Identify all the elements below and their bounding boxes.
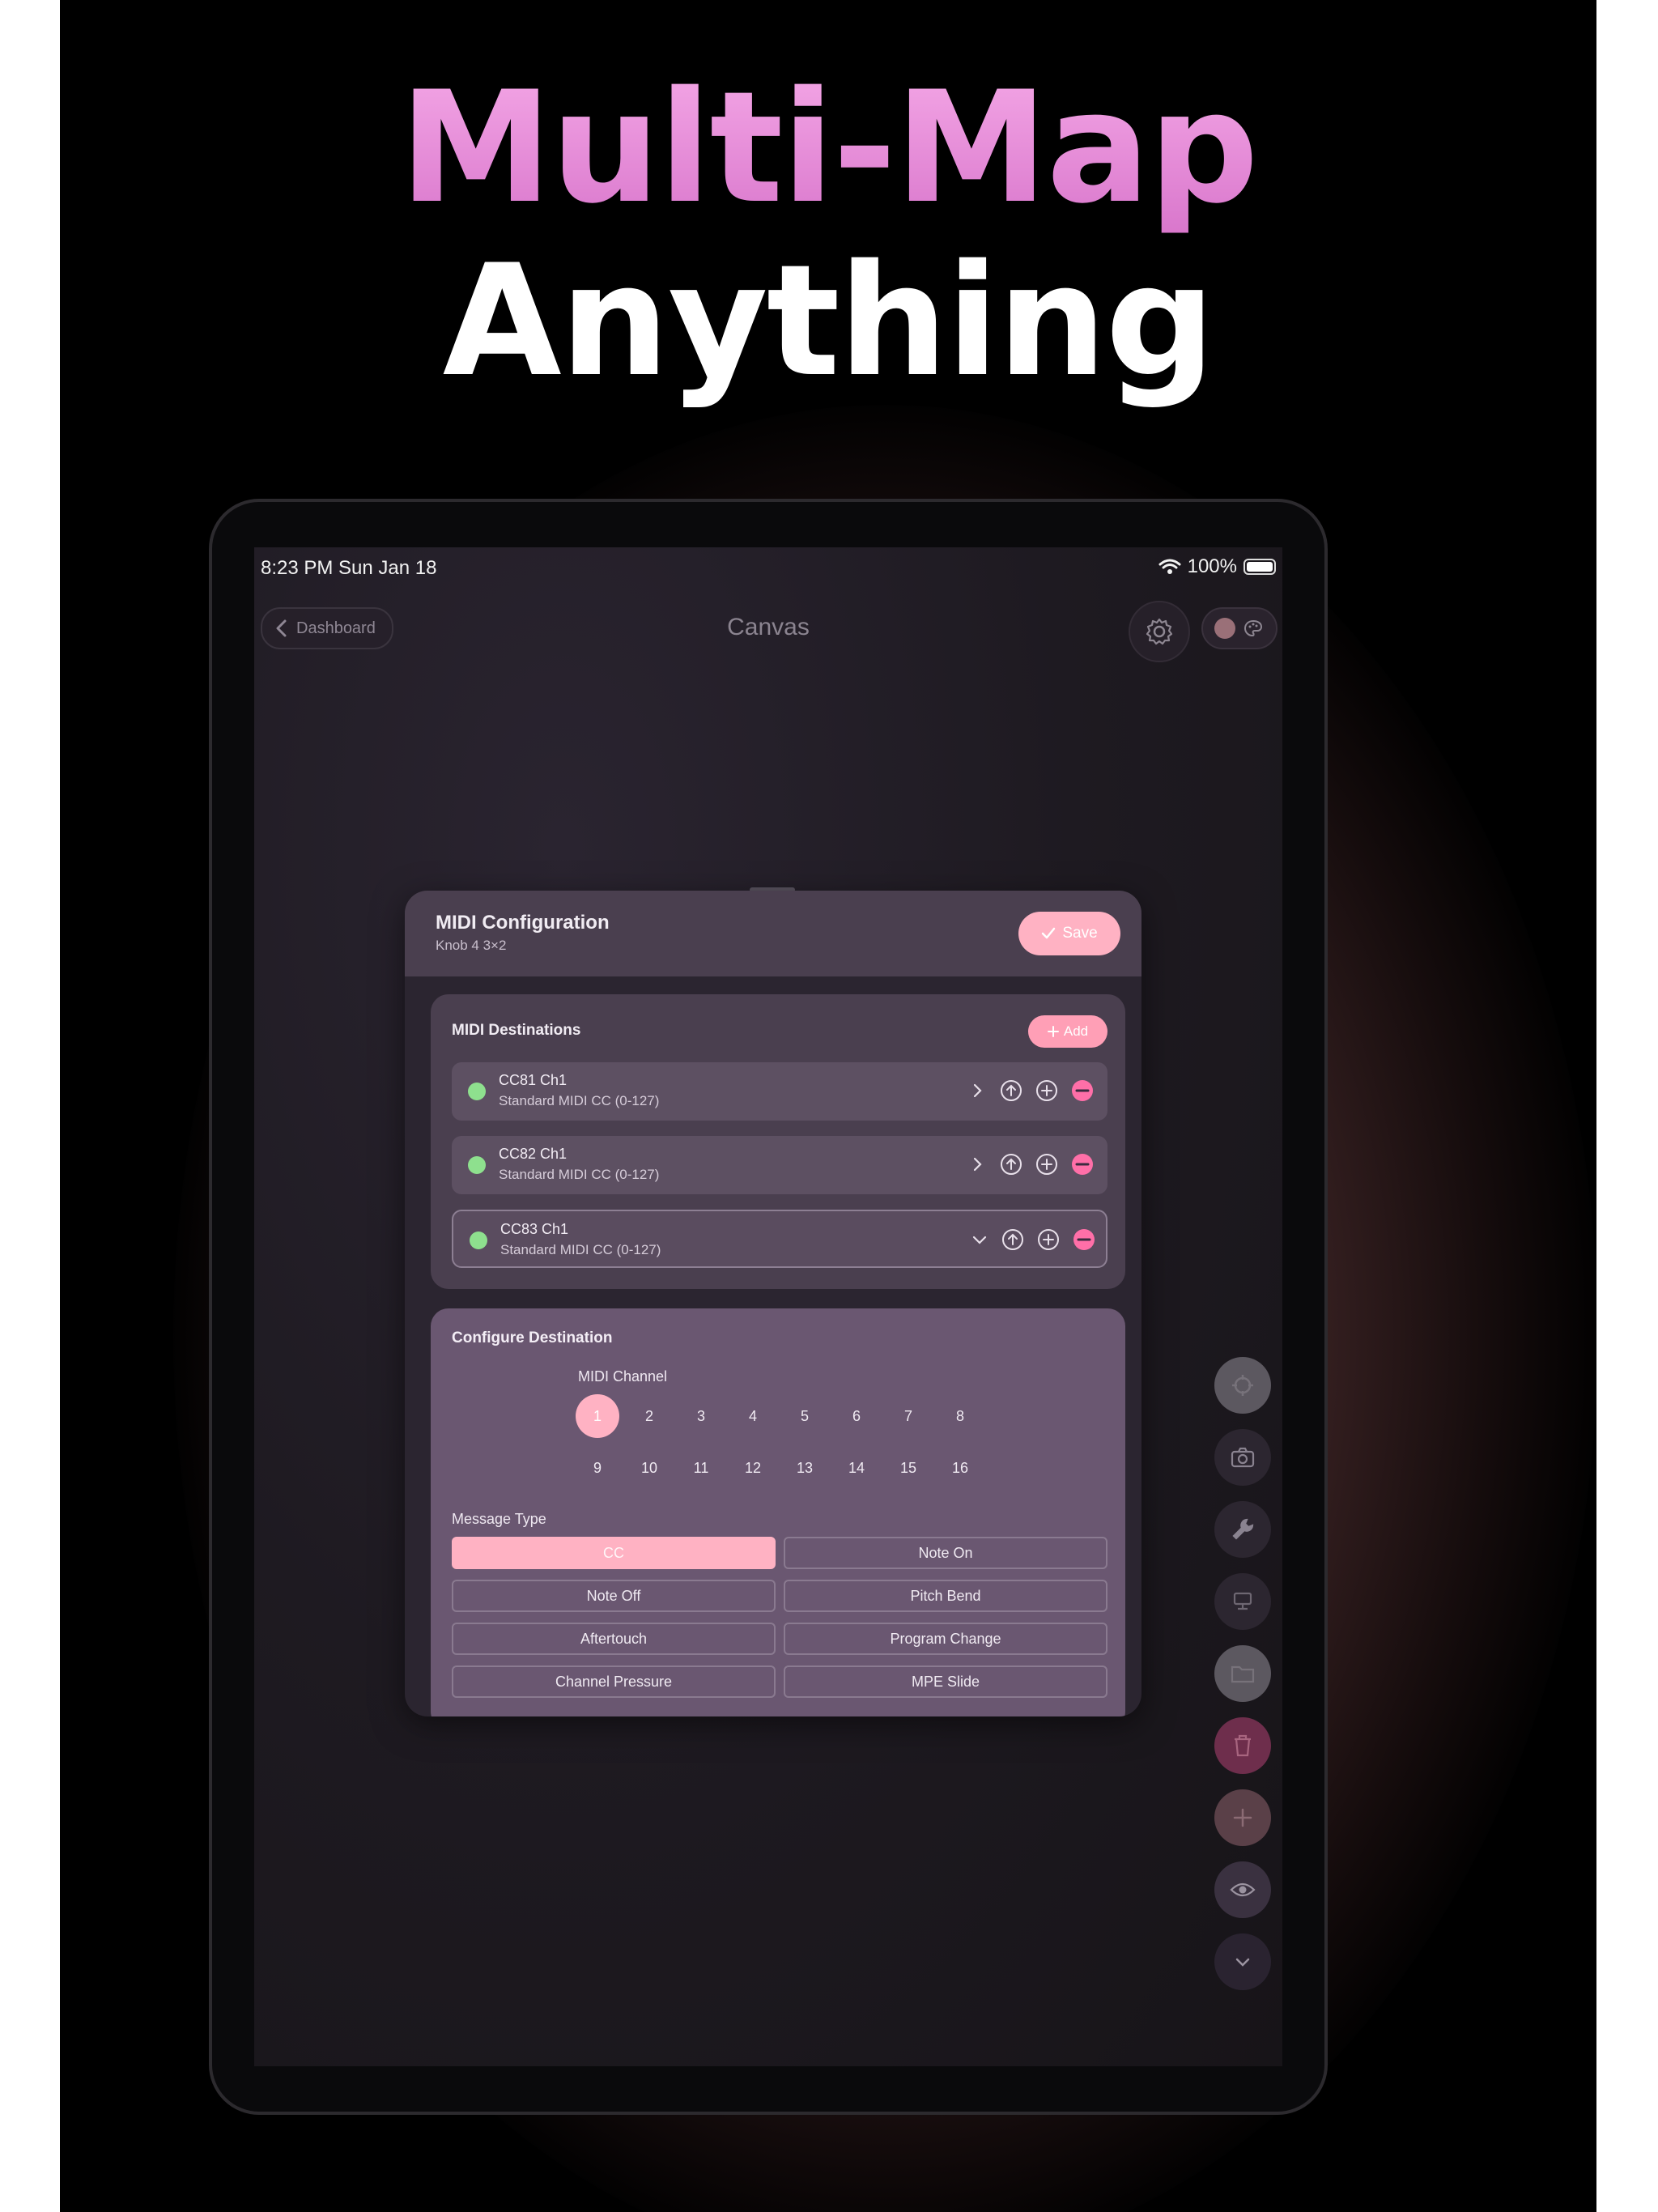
message-type-button[interactable]: Program Change bbox=[784, 1623, 1107, 1655]
chevron-right-icon[interactable] bbox=[967, 1078, 989, 1103]
tools-button[interactable] bbox=[1214, 1501, 1271, 1558]
theme-color-dot bbox=[1214, 618, 1235, 639]
target-icon bbox=[1232, 1375, 1253, 1396]
monitor-icon bbox=[1233, 1592, 1252, 1610]
sheet-header: MIDI Configuration Knob 4 3×2 Save bbox=[405, 891, 1141, 976]
palette-icon bbox=[1244, 619, 1263, 637]
channel-button[interactable]: 5 bbox=[783, 1394, 827, 1438]
message-type-button[interactable]: Channel Pressure bbox=[452, 1665, 776, 1698]
move-up-icon[interactable] bbox=[999, 1078, 1023, 1103]
plus-icon bbox=[1233, 1808, 1252, 1827]
duplicate-plus-icon[interactable] bbox=[1035, 1152, 1059, 1176]
channel-button[interactable]: 15 bbox=[886, 1446, 930, 1490]
destination-row[interactable]: CC81 Ch1 Standard MIDI CC (0-127) bbox=[452, 1062, 1107, 1121]
message-type-button[interactable]: MPE Slide bbox=[784, 1665, 1107, 1698]
status-right: 100% bbox=[1158, 555, 1276, 578]
monitor-button[interactable] bbox=[1214, 1573, 1271, 1630]
sheet-subtitle: Knob 4 3×2 bbox=[436, 938, 507, 953]
battery-percent: 100% bbox=[1187, 555, 1237, 577]
destination-row-selected[interactable]: CC83 Ch1 Standard MIDI CC (0-127) bbox=[452, 1210, 1107, 1268]
add-destination-button[interactable]: Add bbox=[1028, 1015, 1107, 1048]
message-type-button[interactable]: Note On bbox=[784, 1537, 1107, 1569]
destination-type: Standard MIDI CC (0-127) bbox=[500, 1242, 661, 1257]
preview-button[interactable] bbox=[1214, 1861, 1271, 1918]
chevron-right-icon[interactable] bbox=[967, 1152, 989, 1176]
midi-channel-label: MIDI Channel bbox=[578, 1368, 668, 1385]
message-type-button[interactable]: Aftertouch bbox=[452, 1623, 776, 1655]
message-type-button[interactable]: CC bbox=[452, 1537, 776, 1569]
target-button[interactable] bbox=[1214, 1357, 1271, 1414]
status-dot bbox=[468, 1083, 486, 1100]
theme-toggle[interactable] bbox=[1201, 607, 1278, 649]
destination-name: CC81 Ch1 bbox=[499, 1072, 568, 1088]
channel-button[interactable]: 11 bbox=[679, 1446, 723, 1490]
channel-button[interactable]: 1 bbox=[576, 1394, 619, 1438]
trash-icon bbox=[1235, 1734, 1251, 1757]
headline-line-2: Anything bbox=[442, 232, 1216, 410]
destination-type: Standard MIDI CC (0-127) bbox=[499, 1167, 660, 1182]
chevron-down-icon bbox=[1235, 1958, 1250, 1967]
chevron-down-icon[interactable] bbox=[968, 1227, 991, 1252]
remove-icon[interactable] bbox=[1070, 1152, 1095, 1176]
channel-button[interactable]: 13 bbox=[783, 1446, 827, 1490]
add-button[interactable] bbox=[1214, 1789, 1271, 1846]
destination-type: Standard MIDI CC (0-127) bbox=[499, 1093, 660, 1108]
destination-row[interactable]: CC82 Ch1 Standard MIDI CC (0-127) bbox=[452, 1136, 1107, 1194]
folder-button[interactable] bbox=[1214, 1645, 1271, 1702]
gear-icon bbox=[1146, 618, 1173, 645]
midi-destinations-card: MIDI Destinations Add CC81 Ch1 Standard … bbox=[431, 994, 1125, 1289]
configure-title: Configure Destination bbox=[452, 1329, 613, 1346]
folder-icon bbox=[1231, 1665, 1255, 1683]
save-button-label: Save bbox=[1062, 925, 1098, 942]
channel-button[interactable]: 8 bbox=[938, 1394, 982, 1438]
checkmark-icon bbox=[1042, 927, 1056, 939]
channel-button[interactable]: 14 bbox=[835, 1446, 878, 1490]
channel-button[interactable]: 3 bbox=[679, 1394, 723, 1438]
tablet-screen: 8:23 PM Sun Jan 18 100% Dashboard Canvas bbox=[254, 547, 1282, 2066]
eye-icon bbox=[1230, 1882, 1256, 1897]
status-dot bbox=[468, 1156, 486, 1174]
message-type-label: Message Type bbox=[452, 1511, 546, 1527]
channel-button[interactable]: 12 bbox=[731, 1446, 775, 1490]
delete-button[interactable] bbox=[1214, 1717, 1271, 1774]
save-button[interactable]: Save bbox=[1018, 912, 1120, 955]
plus-icon bbox=[1047, 1026, 1059, 1037]
sheet-title: MIDI Configuration bbox=[436, 912, 610, 934]
channel-button[interactable]: 10 bbox=[627, 1446, 671, 1490]
channel-button[interactable]: 4 bbox=[731, 1394, 775, 1438]
remove-icon[interactable] bbox=[1072, 1227, 1096, 1252]
camera-icon bbox=[1231, 1447, 1255, 1468]
move-up-icon[interactable] bbox=[999, 1152, 1023, 1176]
channel-button[interactable]: 9 bbox=[576, 1446, 619, 1490]
channel-button[interactable]: 6 bbox=[835, 1394, 878, 1438]
destinations-title: MIDI Destinations bbox=[452, 1022, 581, 1039]
headline-line-1: Multi-Map bbox=[60, 63, 1596, 233]
destination-name: CC82 Ch1 bbox=[499, 1146, 568, 1162]
move-up-icon[interactable] bbox=[1001, 1227, 1025, 1252]
duplicate-plus-icon[interactable] bbox=[1035, 1078, 1059, 1103]
status-time: 8:23 PM Sun Jan 18 bbox=[261, 557, 437, 579]
wrench-icon bbox=[1232, 1518, 1254, 1540]
camera-button[interactable] bbox=[1214, 1429, 1271, 1486]
channel-button[interactable]: 16 bbox=[938, 1446, 982, 1490]
channel-button[interactable]: 2 bbox=[627, 1394, 671, 1438]
midi-config-sheet: MIDI Configuration Knob 4 3×2 Save MIDI … bbox=[405, 891, 1141, 1716]
message-type-button[interactable]: Pitch Bend bbox=[784, 1580, 1107, 1612]
channel-button[interactable]: 7 bbox=[886, 1394, 930, 1438]
remove-icon[interactable] bbox=[1070, 1078, 1095, 1103]
configure-destination-card: Configure Destination MIDI Channel 1 2 3… bbox=[431, 1308, 1125, 1716]
status-dot bbox=[470, 1231, 487, 1249]
collapse-button[interactable] bbox=[1214, 1933, 1271, 1990]
message-type-button[interactable]: Note Off bbox=[452, 1580, 776, 1612]
add-button-label: Add bbox=[1063, 1023, 1089, 1039]
destination-name: CC83 Ch1 bbox=[500, 1221, 569, 1237]
duplicate-plus-icon[interactable] bbox=[1036, 1227, 1061, 1252]
wifi-icon bbox=[1158, 559, 1181, 574]
settings-button[interactable] bbox=[1129, 601, 1190, 662]
battery-icon bbox=[1244, 559, 1276, 575]
